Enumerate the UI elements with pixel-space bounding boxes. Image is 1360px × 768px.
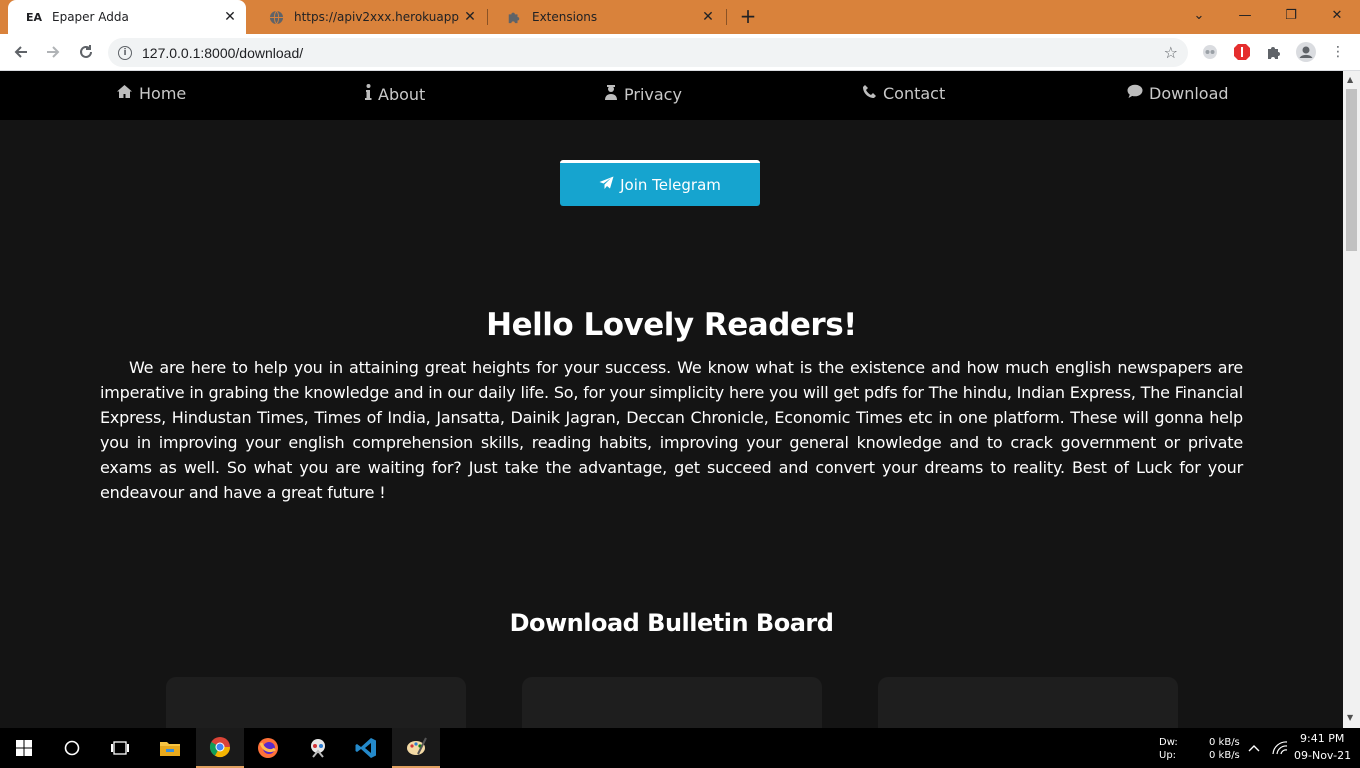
restore-button[interactable]: ❐ (1268, 0, 1314, 30)
bulletin-board-heading: Download Bulletin Board (509, 609, 834, 637)
incognito-extension-icon[interactable] (1200, 42, 1220, 62)
close-tab-icon[interactable]: ✕ (460, 9, 480, 25)
close-tab-icon[interactable]: ✕ (698, 9, 718, 25)
forward-button[interactable] (41, 40, 65, 64)
nav-download-label: Download (1149, 84, 1229, 103)
net-download-label: Dw: (1159, 737, 1178, 748)
home-icon (116, 84, 133, 103)
tab-separator (726, 9, 727, 25)
file-explorer-icon[interactable] (146, 728, 194, 768)
web-page: Home About Privacy Contact Download Join… (0, 71, 1343, 728)
show-hidden-icons-chevron-icon[interactable] (1242, 728, 1266, 768)
scrollbar-thumb[interactable] (1346, 89, 1357, 251)
nav-download-link[interactable]: Download (1127, 84, 1229, 103)
minimize-button[interactable]: — (1222, 0, 1268, 30)
browser-toolbar: i 127.0.0.1:8000/download/ ☆ ⋮ (0, 34, 1360, 71)
reload-button[interactable] (74, 40, 98, 64)
windows-start-icon[interactable] (0, 728, 48, 768)
nav-about-label: About (378, 84, 426, 104)
scroll-down-arrow-icon[interactable]: ▼ (1347, 713, 1353, 722)
site-navbar: Home About Privacy Contact Download (0, 71, 1343, 120)
nav-privacy-label: Privacy (624, 84, 682, 104)
adblock-extension-icon[interactable] (1232, 42, 1252, 62)
profile-avatar-icon[interactable] (1296, 42, 1316, 62)
snipping-tool-icon[interactable] (294, 728, 342, 768)
address-bar[interactable]: i 127.0.0.1:8000/download/ ☆ (108, 38, 1188, 67)
paint-icon[interactable] (392, 728, 440, 768)
nav-contact-link[interactable]: Contact (862, 84, 945, 103)
extensions-puzzle-icon[interactable] (1264, 42, 1284, 62)
tab-strip: EA Epaper Adda ✕ https://apiv2xxx.heroku… (0, 0, 1360, 34)
net-upload-label: Up: (1159, 750, 1177, 761)
globe-icon (268, 9, 284, 25)
bulletin-card[interactable] (166, 677, 466, 728)
net-download-speed: 0 kB/s (1209, 737, 1240, 748)
clock-date[interactable]: 09-Nov-21 (1294, 749, 1351, 762)
tab-epaper-adda[interactable]: EA Epaper Adda ✕ (8, 0, 246, 34)
close-tab-icon[interactable]: ✕ (220, 9, 240, 25)
scroll-up-arrow-icon[interactable]: ▲ (1347, 75, 1353, 84)
nav-home-label: Home (139, 84, 187, 103)
tab-title: Extensions (532, 10, 598, 24)
nav-home-link[interactable]: Home (116, 84, 186, 103)
windows-taskbar: Dw: Up: 0 kB/s 0 kB/s 9:41 PM 09-Nov-21 (0, 728, 1360, 768)
bulletin-card[interactable] (878, 677, 1178, 728)
chrome-taskbar-icon[interactable] (196, 728, 244, 768)
page-scrollbar[interactable]: ▲ ▼ (1343, 71, 1360, 728)
paper-plane-icon (599, 176, 614, 194)
firefox-icon[interactable] (244, 728, 292, 768)
bulletin-card[interactable] (522, 677, 822, 728)
vscode-icon[interactable] (342, 728, 390, 768)
new-tab-button[interactable]: + (736, 5, 760, 29)
back-button[interactable] (9, 40, 33, 64)
nav-privacy-link[interactable]: Privacy (604, 84, 682, 104)
site-info-icon[interactable]: i (118, 45, 132, 60)
tab-extensions[interactable]: Extensions ✕ (488, 0, 724, 34)
task-view-icon[interactable] (96, 728, 144, 768)
wifi-icon[interactable] (1268, 728, 1292, 768)
cortana-search-icon[interactable] (48, 728, 96, 768)
puzzle-icon (506, 9, 522, 25)
bookmark-star-icon[interactable]: ☆ (1164, 43, 1178, 62)
user-secret-icon (604, 84, 618, 104)
join-telegram-button[interactable]: Join Telegram (560, 160, 760, 206)
comment-icon (1127, 84, 1143, 103)
net-upload-speed: 0 kB/s (1209, 750, 1240, 761)
url-text: 127.0.0.1:8000/download/ (142, 44, 304, 61)
tab-title: Epaper Adda (52, 10, 129, 24)
tab-title: https://apiv2xxx.herokuapp.com/ (294, 10, 460, 24)
nav-about-link[interactable]: About (365, 84, 425, 104)
close-window-button[interactable]: ✕ (1314, 0, 1360, 30)
tab-herokuapp[interactable]: https://apiv2xxx.herokuapp.com/ ✕ (250, 0, 486, 34)
info-icon (365, 84, 372, 104)
intro-paragraph: We are here to help you in attaining gre… (100, 358, 1243, 502)
phone-icon (862, 84, 877, 103)
nav-contact-label: Contact (883, 84, 946, 103)
epaper-adda-favicon-icon: EA (25, 10, 43, 24)
page-heading: Hello Lovely Readers! (486, 307, 857, 343)
join-telegram-label: Join Telegram (620, 175, 721, 194)
menu-kebab-icon[interactable]: ⋮ (1328, 42, 1348, 62)
tab-search-button[interactable]: ⌄ (1176, 0, 1222, 30)
clock-time[interactable]: 9:41 PM (1300, 732, 1344, 745)
